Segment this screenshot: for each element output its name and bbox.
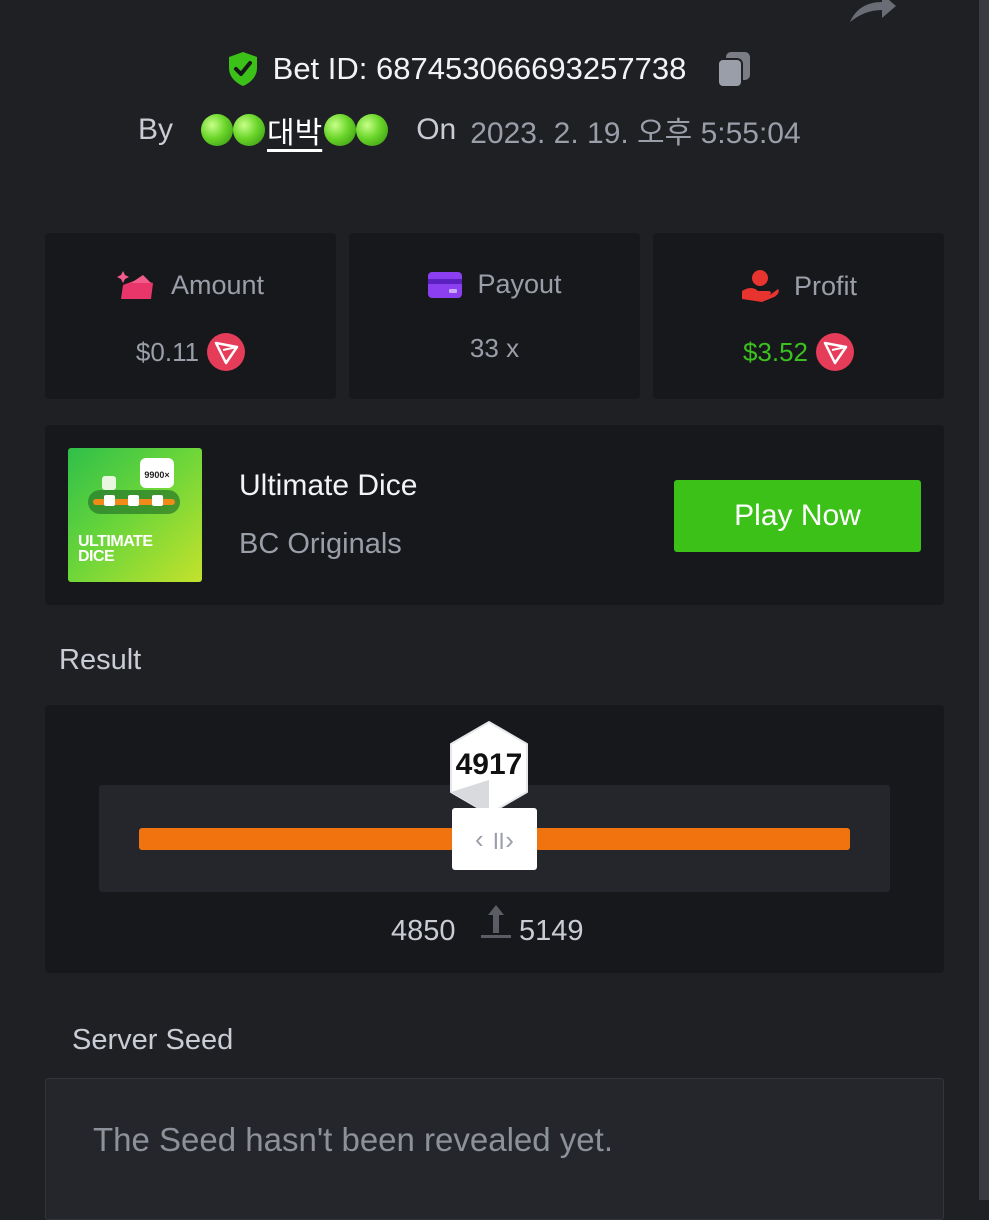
thumb-title-line-1: ULTIMATE <box>78 533 153 550</box>
server-seed-label: Server Seed <box>72 1024 234 1056</box>
shield-check-icon <box>228 52 257 86</box>
play-now-button[interactable]: Play Now <box>674 480 921 552</box>
thumb-title: ULTIMATE DICE <box>78 533 198 565</box>
amount-value: $0.11 <box>135 336 200 367</box>
thumb-title-line-2: DICE <box>78 548 115 565</box>
bet-id-text: Bet ID: 687453066693257738 <box>272 51 687 86</box>
green-ball-icon <box>233 114 266 146</box>
thumb-dot <box>104 495 115 506</box>
wallet-sparkle-icon <box>116 271 153 299</box>
username-link[interactable]: 대박 <box>201 108 389 152</box>
green-ball-icon <box>324 114 357 146</box>
amount-card: Amount $0.11 <box>45 233 336 399</box>
chevron-left-icon: ‹ <box>475 823 484 854</box>
result-value: 4917 <box>455 748 523 781</box>
profit-value: $3.52 <box>742 336 809 367</box>
server-seed-text: The Seed hasn't been revealed yet. <box>93 1121 613 1158</box>
range-low: 4850 <box>391 915 456 947</box>
username-text: 대박 <box>267 117 323 150</box>
share-icon[interactable] <box>846 0 898 24</box>
grip-icon: ॥› <box>489 825 514 855</box>
hand-coin-icon <box>741 270 779 302</box>
by-row: By 대박 On 2023. 2. 19. 오후 5:55:04 <box>138 108 801 152</box>
arrow-up-icon <box>481 905 511 938</box>
thumb-cube <box>102 476 116 490</box>
payout-value: 33 x <box>469 333 520 363</box>
profit-label: Profit <box>793 270 858 301</box>
tron-icon <box>207 333 246 371</box>
amount-label: Amount <box>170 269 265 300</box>
green-ball-icon <box>356 114 389 146</box>
bet-date: 2023. 2. 19. 오후 5:55:04 <box>470 117 801 150</box>
game-provider: BC Originals <box>239 528 402 560</box>
thumb-dot <box>152 495 163 506</box>
server-seed-box: The Seed hasn't been revealed yet. <box>45 1078 944 1220</box>
thumb-dot <box>128 495 139 506</box>
payout-card: Payout 33 x <box>349 233 640 399</box>
range-high: 5149 <box>519 915 584 947</box>
slider-handle[interactable]: ‹ ॥› <box>452 808 537 870</box>
game-thumbnail[interactable]: 9900× ULTIMATE DICE <box>68 448 202 582</box>
result-label: Result <box>59 644 142 676</box>
green-ball-icon <box>201 114 234 146</box>
thumb-badge: 9900× <box>140 458 174 488</box>
result-panel: 4917 ‹ ॥› 4850 5149 <box>45 705 944 973</box>
by-label: By <box>138 113 174 146</box>
on-label: On <box>416 113 457 146</box>
copy-icon[interactable] <box>716 50 752 88</box>
payout-label: Payout <box>477 269 562 299</box>
game-card: 9900× ULTIMATE DICE Ultimate Dice BC Ori… <box>45 425 944 605</box>
card-icon <box>428 271 463 298</box>
game-name[interactable]: Ultimate Dice <box>239 469 417 503</box>
scrollbar[interactable] <box>979 0 989 1200</box>
tron-icon <box>816 333 855 371</box>
bet-id-row: Bet ID: 687453066693257738 <box>0 50 989 95</box>
profit-card: Profit $3.52 <box>653 233 944 399</box>
